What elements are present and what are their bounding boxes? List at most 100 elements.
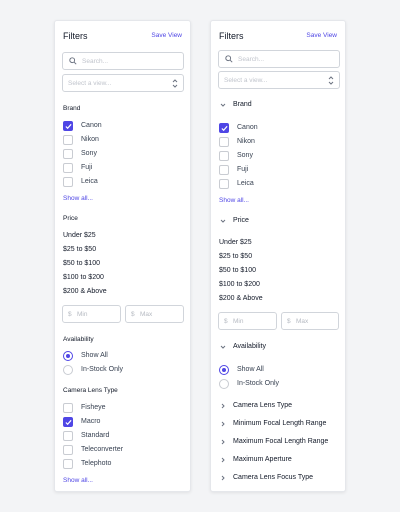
view-select-placeholder: Select a view... [224, 77, 268, 84]
radio-button[interactable] [63, 365, 73, 375]
price-option-25-50[interactable]: $25 to $50 [219, 253, 252, 260]
brand-option-fuji[interactable]: Fuji [63, 163, 183, 174]
accordion-label: Brand [233, 101, 252, 108]
radio-button[interactable] [63, 351, 73, 361]
chevron-right-icon [221, 421, 225, 427]
brand-accordion-header[interactable]: Brand [211, 96, 345, 114]
lens-type-accordion-header[interactable]: Camera Lens Type [211, 397, 345, 415]
brand-option-leica[interactable]: Leica [63, 177, 183, 188]
price-option-50-100[interactable]: $50 to $100 [63, 260, 100, 267]
price-max-input[interactable]: $ Max [125, 305, 184, 323]
max-placeholder: Max [140, 311, 153, 318]
checkbox[interactable] [63, 121, 73, 131]
option-label: Canon [237, 124, 258, 131]
brand-option-nikon[interactable]: Nikon [63, 135, 183, 146]
search-icon [225, 55, 233, 63]
option-label: Teleconverter [81, 446, 124, 453]
checkbox[interactable] [63, 163, 73, 173]
check-icon [65, 123, 72, 130]
price-option-100-200[interactable]: $100 to $200 [219, 281, 260, 288]
chevron-up-down-icon [172, 79, 178, 88]
checkbox[interactable] [63, 445, 73, 455]
accordion-label: Price [233, 217, 249, 224]
option-label: Show All [237, 366, 264, 373]
brand-option-leica[interactable]: Leica [219, 179, 339, 190]
brand-option-canon[interactable]: Canon [219, 123, 339, 134]
chevron-up-down-icon [328, 76, 334, 85]
chevron-right-icon [221, 403, 225, 409]
availability-option-in-stock[interactable]: In-Stock Only [219, 379, 339, 390]
filters-panel-left: Filters Save View Search... Select a vie… [54, 20, 191, 492]
min-placeholder: Min [233, 318, 244, 325]
save-view-link[interactable]: Save View [306, 32, 337, 39]
checkbox[interactable] [219, 179, 229, 189]
lens-type-option-teleconverter[interactable]: Teleconverter [63, 445, 183, 456]
max-focal-length-accordion-header[interactable]: Maximum Focal Length Range [211, 433, 345, 451]
search-input[interactable]: Search... [62, 52, 184, 70]
lens-type-option-macro[interactable]: Macro [63, 417, 183, 428]
option-label: Leica [81, 178, 98, 185]
radio-button[interactable] [219, 365, 229, 375]
search-placeholder: Search... [238, 56, 265, 63]
lens-type-option-fisheye[interactable]: Fisheye [63, 403, 183, 414]
focus-type-accordion-header[interactable]: Camera Lens Focus Type [211, 469, 345, 487]
brand-option-fuji[interactable]: Fuji [219, 165, 339, 176]
checkbox[interactable] [63, 177, 73, 187]
checkbox[interactable] [63, 403, 73, 413]
brand-option-canon[interactable]: Canon [63, 121, 183, 132]
price-min-input[interactable]: $ Min [62, 305, 121, 323]
filters-title: Filters [63, 31, 88, 41]
save-view-link[interactable]: Save View [151, 32, 182, 39]
option-label: Fuji [81, 164, 93, 171]
view-select-placeholder: Select a view... [68, 80, 112, 87]
availability-option-show-all[interactable]: Show All [63, 351, 183, 362]
lens-type-show-all-link[interactable]: Show all... [63, 477, 93, 484]
price-option-under-25[interactable]: Under $25 [63, 232, 96, 239]
chevron-right-icon [221, 439, 225, 445]
price-max-input[interactable]: $ Max [281, 312, 339, 330]
price-option-200-above[interactable]: $200 & Above [63, 288, 107, 295]
lens-type-option-telephoto[interactable]: Telephoto [63, 459, 183, 470]
checkbox[interactable] [63, 149, 73, 159]
option-label: Sony [237, 152, 253, 159]
price-option-under-25[interactable]: Under $25 [219, 239, 252, 246]
availability-heading: Availability [63, 336, 94, 343]
chevron-right-icon [221, 457, 225, 463]
search-input[interactable]: Search... [218, 50, 340, 68]
currency-symbol: $ [68, 311, 72, 318]
option-label: Macro [81, 418, 101, 425]
brand-show-all-link[interactable]: Show all... [63, 195, 93, 202]
checkbox[interactable] [63, 431, 73, 441]
checkbox[interactable] [63, 135, 73, 145]
price-option-50-100[interactable]: $50 to $100 [219, 267, 256, 274]
price-option-25-50[interactable]: $25 to $50 [63, 246, 96, 253]
brand-option-sony[interactable]: Sony [63, 149, 183, 160]
brand-option-sony[interactable]: Sony [219, 151, 339, 162]
checkbox[interactable] [63, 417, 73, 427]
radio-button[interactable] [219, 379, 229, 389]
price-option-200-above[interactable]: $200 & Above [219, 295, 263, 302]
checkbox[interactable] [219, 165, 229, 175]
option-label: Telephoto [81, 460, 112, 467]
price-min-input[interactable]: $ Min [218, 312, 277, 330]
min-focal-length-accordion-header[interactable]: Minimum Focal Length Range [211, 415, 345, 433]
price-heading: Price [63, 215, 78, 222]
view-select[interactable]: Select a view... [62, 74, 184, 92]
brand-option-nikon[interactable]: Nikon [219, 137, 339, 148]
lens-type-option-standard[interactable]: Standard [63, 431, 183, 442]
brand-show-all-link[interactable]: Show all... [219, 197, 249, 204]
accordion-label: Camera Lens Type [233, 402, 293, 409]
checkbox[interactable] [219, 151, 229, 161]
price-option-100-200[interactable]: $100 to $200 [63, 274, 104, 281]
checkbox[interactable] [63, 459, 73, 469]
availability-option-in-stock[interactable]: In-Stock Only [63, 365, 183, 376]
option-label: Sony [81, 150, 97, 157]
checkbox[interactable] [219, 137, 229, 147]
checkbox[interactable] [219, 123, 229, 133]
view-select[interactable]: Select a view... [218, 71, 340, 89]
max-aperture-accordion-header[interactable]: Maximum Aperture [211, 451, 345, 469]
price-accordion-header[interactable]: Price [211, 212, 345, 230]
availability-option-show-all[interactable]: Show All [219, 365, 339, 376]
availability-accordion-header[interactable]: Availability [211, 338, 345, 356]
option-label: Nikon [237, 138, 255, 145]
